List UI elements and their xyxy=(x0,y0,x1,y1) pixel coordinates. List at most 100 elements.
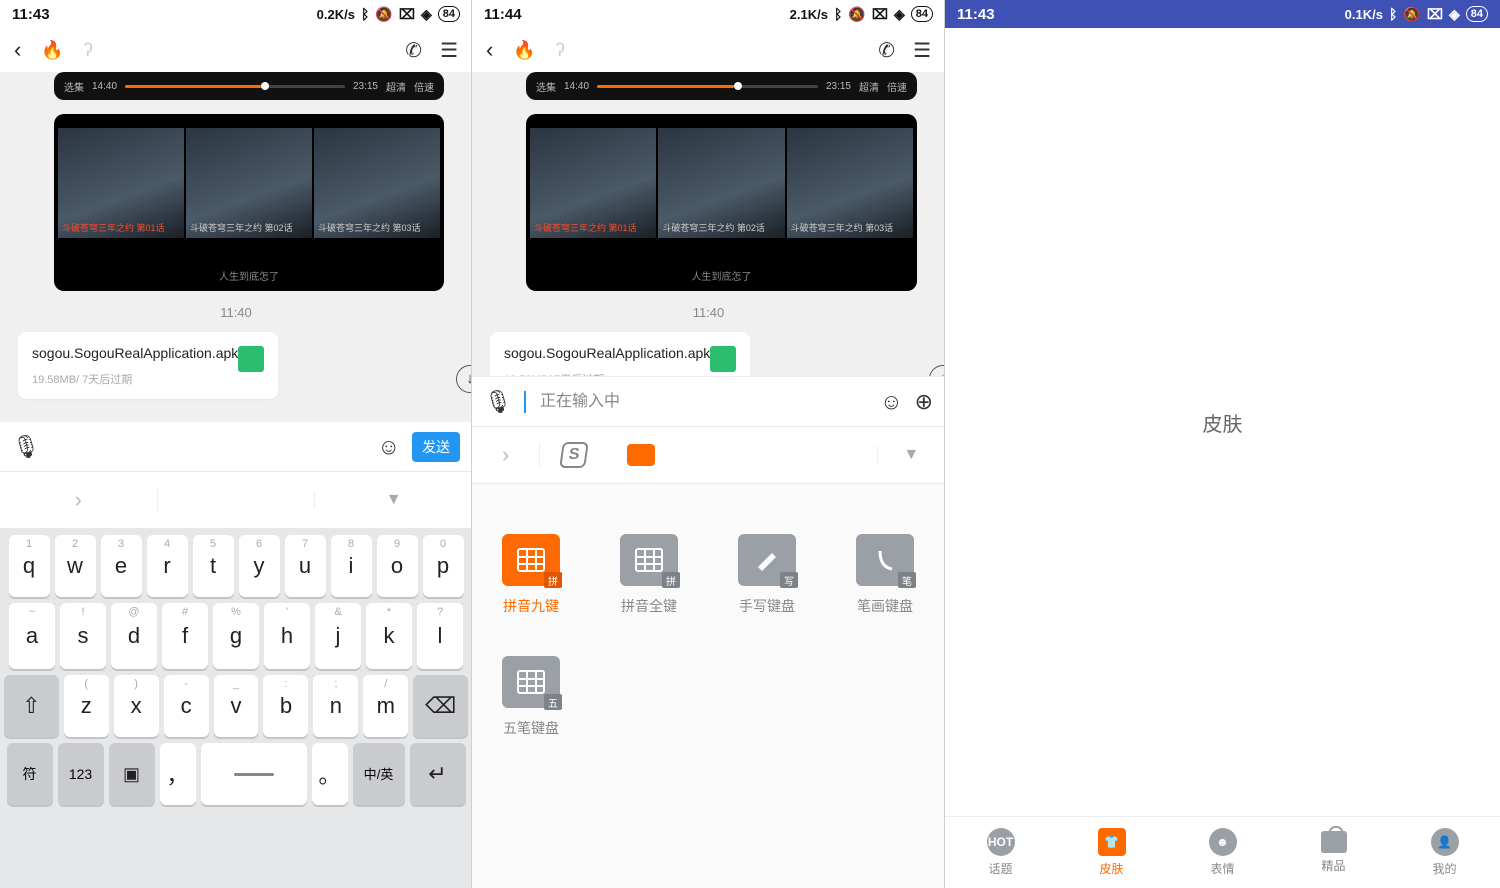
ear-icon[interactable]: ʔ xyxy=(84,40,93,61)
file-meta: 19.58MB/ 7天后过期 xyxy=(32,371,264,387)
chat-body[interactable]: 选集 14:40 23:15 超清 倍速 斗破苍穹三年之约 第01话 斗破苍穹三… xyxy=(0,72,472,421)
sogou-logo-icon[interactable]: S xyxy=(540,442,607,468)
key-h[interactable]: 'h xyxy=(264,603,310,669)
phone-icon[interactable]: ✆ xyxy=(878,38,895,63)
key-w[interactable]: 2w xyxy=(55,535,96,597)
key-v[interactable]: _v xyxy=(214,675,259,737)
plus-icon[interactable]: ⊕ xyxy=(915,389,933,415)
suggestion-expand[interactable]: › xyxy=(0,487,158,513)
tab-我的[interactable]: 👤 我的 xyxy=(1389,817,1500,888)
video-thumb[interactable]: 斗破苍穹三年之约 第02话 xyxy=(186,128,312,238)
phone-icon[interactable]: ✆ xyxy=(405,38,422,63)
keyboard-mode-五笔键盘[interactable]: 五 五笔键盘 xyxy=(490,656,572,738)
key-k[interactable]: *k xyxy=(366,603,412,669)
key-s[interactable]: !s xyxy=(60,603,106,669)
status-bar: 11:43 0.1K/s ᛒ 🔕 ⌧ ◈ 84 xyxy=(945,0,1500,28)
fire-icon[interactable]: 🔥 xyxy=(41,40,63,61)
keyboard-mode-拼音全键[interactable]: 拼 拼音全键 xyxy=(608,534,690,616)
tab-话题[interactable]: HOT 话题 xyxy=(945,817,1056,888)
key-q[interactable]: 1q xyxy=(9,535,50,597)
key-c[interactable]: -c xyxy=(164,675,209,737)
period-key[interactable]: 。 xyxy=(312,743,348,805)
keyboard-mode-手写键盘[interactable]: 写 手写键盘 xyxy=(726,534,808,616)
key-y[interactable]: 6y xyxy=(239,535,280,597)
video-thumb[interactable]: 斗破苍穹三年之约 第01话 xyxy=(58,128,184,238)
keyboard-icon[interactable] xyxy=(608,444,675,466)
bluetooth-icon: ᛒ xyxy=(834,6,842,22)
key-e[interactable]: 3e xyxy=(101,535,142,597)
comma-key[interactable]: ， xyxy=(160,743,196,805)
chat-header: ‹ 🔥 ʔ ✆ ☰ xyxy=(472,28,945,72)
video-thumb[interactable]: 斗破苍穹三年之约 第01话 xyxy=(530,128,656,238)
key-b[interactable]: :b xyxy=(263,675,308,737)
video-thumb[interactable]: 斗破苍穹三年之约 第03话 xyxy=(314,128,440,238)
cn-en-key[interactable]: 中/英 xyxy=(353,743,405,805)
enter-key[interactable]: ↵ xyxy=(410,743,466,805)
tab-label: 我的 xyxy=(1432,860,1456,877)
video-message-top[interactable]: 选集 14:40 23:15 超清 倍速 xyxy=(54,72,444,100)
key-x[interactable]: )x xyxy=(114,675,159,737)
key-u[interactable]: 7u xyxy=(285,535,326,597)
video-message[interactable]: 斗破苍穹三年之约 第01话 斗破苍穹三年之约 第02话 斗破苍穹三年之约 第03… xyxy=(54,114,444,291)
key-a[interactable]: ~a xyxy=(9,603,55,669)
fire-icon[interactable]: 🔥 xyxy=(513,40,535,61)
key-p[interactable]: 0p xyxy=(423,535,464,597)
mic-icon[interactable]: 🎙 xyxy=(12,434,40,460)
key-n[interactable]: ;n xyxy=(313,675,358,737)
suggestion-expand[interactable]: › xyxy=(472,442,540,468)
lang-toggle-key[interactable]: ▣ xyxy=(109,743,155,805)
key-m[interactable]: /m xyxy=(363,675,408,737)
download-button[interactable]: ↓ xyxy=(929,365,945,376)
space-key[interactable] xyxy=(201,743,307,805)
mic-icon[interactable]: 🎙 xyxy=(484,389,512,415)
backspace-key[interactable]: ⌫ xyxy=(413,675,468,737)
back-icon[interactable]: ‹ xyxy=(14,37,21,63)
key-z[interactable]: (z xyxy=(64,675,109,737)
key-o[interactable]: 9o xyxy=(377,535,418,597)
emoji-icon[interactable]: ☺ xyxy=(378,434,400,460)
keyboard-mode-拼音九键[interactable]: 拼 拼音九键 xyxy=(490,534,572,616)
suggestion-dropdown[interactable]: ▼ xyxy=(877,446,945,464)
key-i[interactable]: 8i xyxy=(331,535,372,597)
tab-皮肤[interactable]: 👕 皮肤 xyxy=(1056,817,1167,888)
video-thumb[interactable]: 斗破苍穹三年之约 第03话 xyxy=(787,128,913,238)
tab-表情[interactable]: ☻ 表情 xyxy=(1167,817,1278,888)
key-f[interactable]: #f xyxy=(162,603,208,669)
chat-input-bar: 🎙 ☺ 发送 xyxy=(0,421,472,471)
download-button[interactable]: ↓ xyxy=(456,365,472,393)
chat-input[interactable] xyxy=(538,387,868,417)
tab-label: 话题 xyxy=(988,860,1012,877)
close-box-icon: ⌧ xyxy=(872,6,888,23)
symbol-key[interactable]: 符 xyxy=(7,743,53,805)
key-d[interactable]: @d xyxy=(111,603,157,669)
tab-精品[interactable]: 精品 xyxy=(1278,817,1389,888)
ear-icon[interactable]: ʔ xyxy=(556,40,565,61)
file-message[interactable]: sogou.SogouRealApplication.apk 19.58MB/ … xyxy=(490,332,750,376)
key-j[interactable]: &j xyxy=(315,603,361,669)
key-r[interactable]: 4r xyxy=(147,535,188,597)
key-g[interactable]: %g xyxy=(213,603,259,669)
suggestion-dropdown[interactable]: ▼ xyxy=(314,491,472,509)
chat-body[interactable]: 选集 14:40 23:15 超清 倍速 斗破苍穹三年之约 第01话 斗破苍穹三… xyxy=(472,72,945,376)
emoji-icon[interactable]: ☺ xyxy=(880,389,902,415)
tab-label: 皮肤 xyxy=(1099,860,1123,877)
tab-icon: 👕 xyxy=(1098,828,1126,856)
menu-icon[interactable]: ☰ xyxy=(913,38,931,63)
keyboard-suggestion-bar: › S ▼ xyxy=(472,426,945,484)
number-key[interactable]: 123 xyxy=(58,743,104,805)
video-thumb[interactable]: 斗破苍穹三年之约 第02话 xyxy=(658,128,784,238)
key-t[interactable]: 5t xyxy=(193,535,234,597)
video-message-top[interactable]: 选集 14:40 23:15 超清 倍速 xyxy=(526,72,917,100)
menu-icon[interactable]: ☰ xyxy=(440,38,458,63)
apk-icon xyxy=(238,346,264,372)
keyboard-mode-笔画键盘[interactable]: 笔 笔画键盘 xyxy=(844,534,926,616)
file-message[interactable]: sogou.SogouRealApplication.apk 19.58MB/ … xyxy=(18,332,278,399)
key-l[interactable]: ?l xyxy=(417,603,463,669)
video-message[interactable]: 斗破苍穹三年之约 第01话 斗破苍穹三年之约 第02话 斗破苍穹三年之约 第03… xyxy=(526,114,917,291)
shift-key[interactable]: ⇧ xyxy=(4,675,59,737)
back-icon[interactable]: ‹ xyxy=(486,37,493,63)
tab-icon: ☻ xyxy=(1209,828,1237,856)
send-button[interactable]: 发送 xyxy=(412,432,460,462)
wifi-icon: ◈ xyxy=(421,6,432,23)
wifi-icon: ◈ xyxy=(894,6,905,23)
